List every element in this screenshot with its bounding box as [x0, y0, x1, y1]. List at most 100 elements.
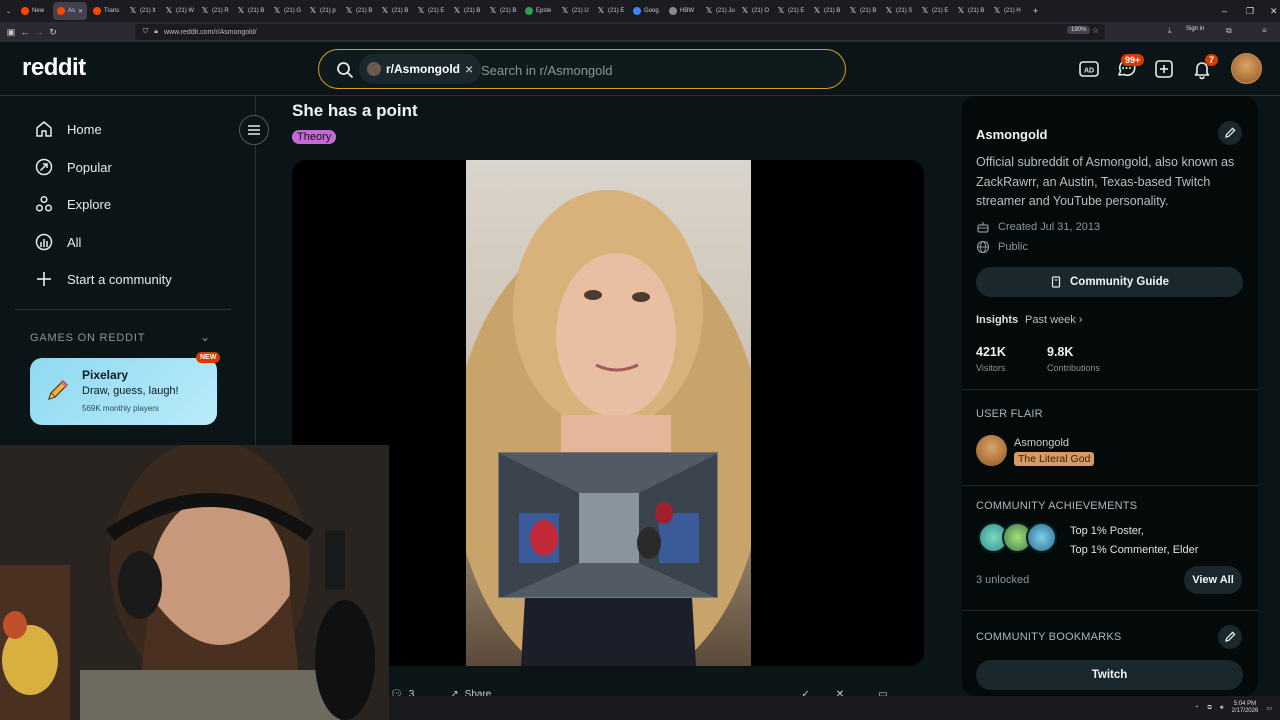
- view-all-button[interactable]: View All: [1184, 566, 1242, 594]
- flair-username[interactable]: Asmongold: [1014, 437, 1069, 449]
- close-icon[interactable]: ×: [465, 61, 473, 77]
- edit-bookmarks-button[interactable]: [1218, 625, 1242, 649]
- x-icon: 𝕏: [993, 6, 1001, 15]
- x-icon: 𝕏: [381, 6, 389, 15]
- x-icon: 𝕏: [345, 6, 353, 15]
- notification-center-icon[interactable]: ▭: [1266, 705, 1272, 712]
- browser-tab[interactable]: 𝕏 (21) E: [413, 2, 447, 20]
- browser-tab[interactable]: 𝕏 (21) S: [881, 2, 915, 20]
- browser-tab[interactable]: As ✕: [53, 2, 88, 20]
- user-avatar[interactable]: [1231, 53, 1262, 84]
- browser-tab[interactable]: 𝕏 (21) p: [305, 2, 339, 20]
- browser-tab[interactable]: 𝕏 (21) R: [197, 2, 231, 20]
- close-window-icon[interactable]: ✕: [1270, 6, 1278, 17]
- browser-tab[interactable]: 𝕏 (21) B: [341, 2, 375, 20]
- sidebar-toggle-icon[interactable]: ▣: [4, 27, 18, 38]
- tab-label: (21) U: [572, 8, 589, 14]
- reddit-logo[interactable]: reddit: [22, 54, 86, 82]
- create-post-icon[interactable]: [1153, 58, 1175, 80]
- browser-tab[interactable]: 𝕏 (21) U: [557, 2, 591, 20]
- tab-label: (21) E: [932, 8, 949, 14]
- zoom-indicator[interactable]: 190%: [1067, 26, 1091, 34]
- user-flair-title: USER FLAIR: [976, 408, 1043, 420]
- volume-icon[interactable]: 🔊︎: [1220, 705, 1224, 712]
- clock[interactable]: 5:04 PM 2/17/2026: [1232, 701, 1259, 715]
- browser-tab[interactable]: 𝕏 (21) B: [449, 2, 483, 20]
- browser-tab[interactable]: 𝕏 (21) B: [809, 2, 843, 20]
- reddit-header: reddit r/Asmongold × Search in r/Asmongo…: [0, 42, 1280, 96]
- bookmarks-title: COMMUNITY BOOKMARKS: [976, 631, 1122, 643]
- visitors-value: 421K: [976, 345, 1006, 359]
- collapse-sidebar-button[interactable]: [239, 115, 269, 145]
- all-icon: [35, 233, 53, 251]
- minimize-icon[interactable]: –: [1222, 6, 1227, 16]
- extensions-icon[interactable]: ⧉: [1226, 26, 1232, 36]
- twitch-bookmark-button[interactable]: Twitch: [976, 660, 1243, 690]
- post-title[interactable]: She has a point: [292, 101, 418, 121]
- browser-tab[interactable]: HBW: [665, 2, 699, 20]
- address-bar[interactable]: ⛉ 🔒︎ www.reddit.com/r/Asmongold/: [135, 24, 1105, 40]
- browser-tab[interactable]: 𝕏 (21) H: [989, 2, 1023, 20]
- post-flair[interactable]: Theory: [292, 130, 337, 144]
- x-icon: 𝕏: [453, 6, 461, 15]
- menu-icon[interactable]: ≡: [1262, 26, 1267, 35]
- subreddit-search-chip[interactable]: r/Asmongold ×: [359, 54, 482, 84]
- browser-tab[interactable]: 𝕏 (21) It: [125, 2, 159, 20]
- pixelary-game-card[interactable]: Pixelary Draw, guess, laugh! 569K monthl…: [30, 352, 221, 425]
- achievement-badge[interactable]: [1026, 522, 1057, 553]
- x-icon: 𝕏: [489, 6, 497, 15]
- browser-tab[interactable]: 𝕏 (21) O: [737, 2, 771, 20]
- sidebar-item-all[interactable]: All: [35, 233, 81, 251]
- browser-tab[interactable]: 𝕏 (21) E: [773, 2, 807, 20]
- flair-tag[interactable]: The Literal God: [1014, 452, 1095, 466]
- advertise-icon[interactable]: AD: [1078, 58, 1100, 80]
- subreddit-avatar: [367, 62, 381, 76]
- bookmark-star-icon[interactable]: ☆: [1092, 26, 1099, 35]
- x-icon: 𝕏: [129, 6, 137, 15]
- browser-tab[interactable]: 𝕏 (21) G: [269, 2, 303, 20]
- browser-tab[interactable]: Goog: [629, 2, 663, 20]
- browser-tab[interactable]: 𝕏 (21) B: [233, 2, 267, 20]
- browser-tab[interactable]: 𝕏 (21) B: [953, 2, 987, 20]
- browser-tab[interactable]: New: [17, 2, 51, 20]
- restore-icon[interactable]: ❐: [1246, 6, 1254, 17]
- forward-icon[interactable]: →: [32, 27, 46, 37]
- chevron-down-icon[interactable]: ⌄: [200, 330, 210, 344]
- hamburger-icon: [248, 125, 260, 135]
- sidebar-item-label: Explore: [67, 196, 112, 212]
- browser-tab[interactable]: 𝕏 (21) W: [161, 2, 195, 20]
- sign-in-button[interactable]: Sign in: [1186, 26, 1204, 32]
- tab-label: (21) B: [356, 8, 373, 14]
- tray-chevron-icon[interactable]: ⌃: [1195, 705, 1200, 712]
- edit-button[interactable]: [1218, 121, 1242, 145]
- browser-tab[interactable]: 𝕏 (21) E: [593, 2, 627, 20]
- browser-tab[interactable]: 𝕏 (21) B: [845, 2, 879, 20]
- network-icon[interactable]: ⧉: [1208, 705, 1212, 712]
- back-icon[interactable]: ←: [18, 27, 32, 37]
- browser-tab[interactable]: 𝕏 (21) B: [377, 2, 411, 20]
- community-guide-button[interactable]: Community Guide: [976, 267, 1243, 297]
- tab-list-icon[interactable]: ⌄: [2, 2, 15, 20]
- tab-label: (21) E: [788, 8, 805, 14]
- clock-time: 5:04 PM: [1233, 701, 1257, 707]
- sidebar-item-explore[interactable]: Explore: [35, 195, 111, 213]
- sidebar-item-home[interactable]: Home: [35, 120, 102, 138]
- search-input[interactable]: Search in r/Asmongold: [481, 63, 613, 78]
- browser-tab[interactable]: 𝕏 (21) Ju: [701, 2, 735, 20]
- insights-range-selector[interactable]: Past week ›: [1025, 314, 1082, 326]
- browser-tab[interactable]: 𝕏 (21) E: [917, 2, 951, 20]
- browser-tab[interactable]: Epste: [521, 2, 555, 20]
- sidebar-item-popular[interactable]: Popular: [35, 158, 112, 176]
- tab-label: New: [32, 8, 45, 14]
- sidebar-item-start-community[interactable]: Start a community: [35, 270, 172, 288]
- created-text: Created Jul 31, 2013: [998, 221, 1101, 233]
- tab-label: (21) It: [140, 8, 156, 14]
- new-tab-icon[interactable]: +: [1033, 6, 1038, 16]
- close-tab-icon[interactable]: ✕: [78, 8, 83, 15]
- search-bar[interactable]: r/Asmongold × Search in r/Asmongold: [318, 49, 846, 89]
- download-icon[interactable]: ⤓: [1168, 26, 1172, 36]
- browser-tab[interactable]: Trans: [89, 2, 123, 20]
- browser-tab[interactable]: 𝕏 (21) B: [485, 2, 519, 20]
- reload-icon[interactable]: ↻: [46, 27, 60, 38]
- svg-text:AD: AD: [1084, 68, 1094, 75]
